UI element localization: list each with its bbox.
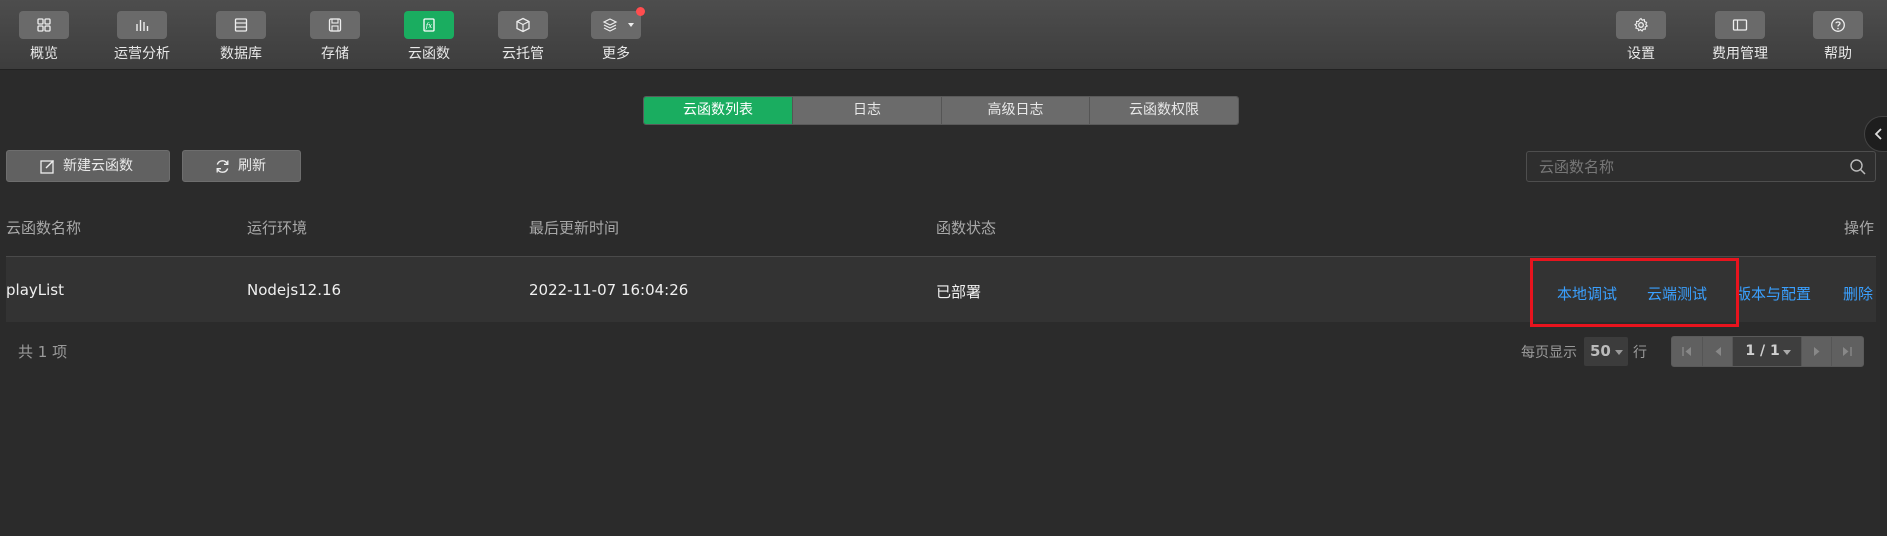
svg-text:fx: fx <box>425 22 433 30</box>
function-status: 已部署 <box>936 283 982 301</box>
page-indicator: 1 / 1 <box>1745 343 1780 359</box>
per-page-suffix: 行 <box>1633 345 1647 361</box>
function-updated-time: 2022-11-07 16:04:26 <box>529 281 689 299</box>
toolbar-label: 更多 <box>602 46 630 62</box>
gear-icon <box>1634 17 1649 32</box>
help-icon <box>1831 18 1845 32</box>
cloud-function-button[interactable]: fx <box>404 11 454 39</box>
refresh-label: 刷新 <box>238 158 266 174</box>
search-box <box>1526 151 1876 182</box>
column-header-actions: 操作 <box>1844 219 1875 237</box>
new-function-button[interactable]: 新建云函数 <box>6 150 170 182</box>
function-tabs: 云函数列表 日志 高级日志 云函数权限 <box>643 96 1239 125</box>
last-page-button[interactable] <box>1832 337 1863 366</box>
toolbar-label: 云托管 <box>502 46 544 62</box>
prev-page-button[interactable] <box>1702 337 1734 366</box>
toolbar-label: 运营分析 <box>114 46 170 62</box>
toolbar-item-settings[interactable]: 设置 <box>1601 0 1681 70</box>
first-page-icon <box>1682 347 1691 356</box>
per-page-prefix: 每页显示 <box>1521 345 1577 361</box>
grid-icon <box>37 18 51 32</box>
cloud-hosting-button[interactable] <box>498 11 548 39</box>
search-icon[interactable] <box>1849 158 1867 176</box>
toolbar-item-more[interactable]: 更多 <box>576 0 656 70</box>
tab-function-list[interactable]: 云函数列表 <box>644 97 793 124</box>
toolbar-label: 帮助 <box>1824 46 1852 62</box>
total-count: 共 1 项 <box>18 343 68 361</box>
tab-logs[interactable]: 日志 <box>793 97 942 124</box>
per-page-value: 50 <box>1590 342 1611 360</box>
prev-page-icon <box>1715 347 1721 356</box>
annotation-highlight-box <box>1530 258 1739 327</box>
per-page-select[interactable]: 50 <box>1584 337 1628 366</box>
billing-button[interactable] <box>1715 11 1765 39</box>
toolbar-item-overview[interactable]: 概览 <box>4 0 84 70</box>
column-header-name: 云函数名称 <box>6 219 82 237</box>
toolbar-item-billing[interactable]: 费用管理 <box>1700 0 1780 70</box>
database-button[interactable] <box>216 11 266 39</box>
storage-icon <box>328 18 342 32</box>
toolbar-label: 设置 <box>1627 46 1655 62</box>
toolbar-label: 云函数 <box>408 46 450 62</box>
cloud-function-icon: fx <box>423 18 435 32</box>
tab-advanced-logs[interactable]: 高级日志 <box>942 97 1090 124</box>
side-panel-toggle[interactable] <box>1864 116 1887 152</box>
new-function-label: 新建云函数 <box>63 158 133 174</box>
toolbar-label: 存储 <box>321 46 349 62</box>
next-page-button[interactable] <box>1801 337 1833 366</box>
column-header-updated: 最后更新时间 <box>529 219 620 237</box>
toolbar-item-analytics[interactable]: 运营分析 <box>102 0 182 70</box>
toolbar-item-storage[interactable]: 存储 <box>295 0 375 70</box>
more-button[interactable] <box>591 7 645 39</box>
toolbar-label: 概览 <box>30 46 58 62</box>
version-config-link[interactable]: 版本与配置 <box>1736 283 1811 304</box>
search-input[interactable] <box>1527 152 1837 181</box>
toolbar-label: 数据库 <box>220 46 262 62</box>
chevron-down-icon <box>1782 350 1791 355</box>
chevron-left-icon <box>1874 128 1882 140</box>
first-page-button[interactable] <box>1672 337 1703 366</box>
help-button[interactable] <box>1813 11 1863 39</box>
function-runtime: Nodejs12.16 <box>247 281 342 299</box>
top-toolbar: 概览 运营分析 数据库 存储 fx 云函数 云托管 更多 设置 费用管理 帮助 <box>0 0 1887 70</box>
notification-dot <box>636 7 645 16</box>
overview-button[interactable] <box>19 11 69 39</box>
bar-chart-icon <box>136 20 149 31</box>
billing-icon <box>1732 19 1748 31</box>
chevron-down-icon <box>1615 350 1623 355</box>
refresh-button[interactable]: 刷新 <box>182 150 301 182</box>
column-header-status: 函数状态 <box>936 219 997 237</box>
page-select[interactable]: 1 / 1 <box>1733 337 1802 366</box>
last-page-icon <box>1843 347 1853 356</box>
layers-icon <box>602 18 618 32</box>
toolbar-item-cloud-function[interactable]: fx 云函数 <box>389 0 469 70</box>
edit-icon <box>40 160 54 174</box>
refresh-icon <box>216 160 229 173</box>
column-header-runtime: 运行环境 <box>247 219 308 237</box>
function-name: playList <box>6 281 64 299</box>
storage-button[interactable] <box>310 11 360 39</box>
toolbar-item-help[interactable]: 帮助 <box>1798 0 1878 70</box>
database-icon <box>234 18 248 32</box>
settings-button[interactable] <box>1616 11 1666 39</box>
cube-icon <box>516 17 530 33</box>
toolbar-item-cloud-hosting[interactable]: 云托管 <box>483 0 563 70</box>
delete-link[interactable]: 删除 <box>1843 283 1873 304</box>
chevron-down-icon <box>628 23 634 27</box>
analytics-button[interactable] <box>117 11 167 39</box>
pagination: 1 / 1 <box>1671 336 1864 367</box>
tab-function-permissions[interactable]: 云函数权限 <box>1090 97 1238 124</box>
toolbar-label: 费用管理 <box>1712 46 1768 62</box>
toolbar-item-database[interactable]: 数据库 <box>201 0 281 70</box>
next-page-icon <box>1813 347 1820 356</box>
